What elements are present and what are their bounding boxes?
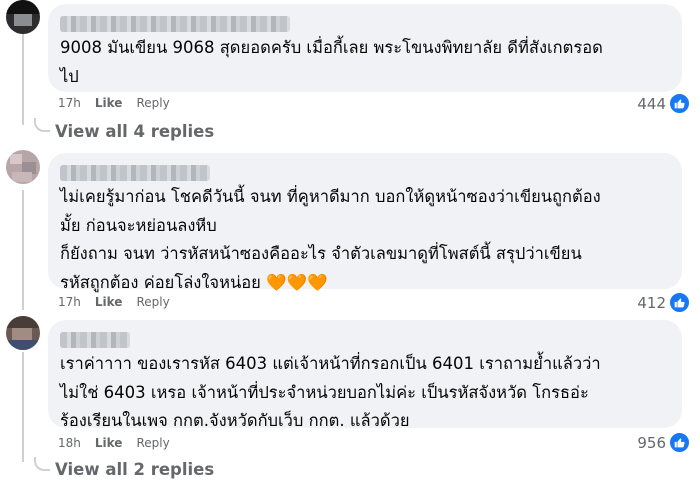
comment-text: เราค่าาาา ของเรารหัส 6403 แต่เจ้าหน้าที่… xyxy=(60,354,601,430)
comment-text: 9008 มันเขียน 9068 สุดยอดครับ เมื่อกี้เล… xyxy=(60,38,603,86)
comment-bubble: 9008 มันเขียน 9068 สุดยอดครับ เมื่อกี้เล… xyxy=(48,4,682,92)
thread-line xyxy=(22,352,24,462)
thread-line xyxy=(22,190,24,310)
view-replies-link[interactable]: View all 4 replies xyxy=(55,122,214,141)
like-button[interactable]: Like xyxy=(95,436,123,450)
commenter-name-blurred[interactable] xyxy=(60,332,130,348)
comment-actions: 17h Like Reply xyxy=(58,295,170,309)
comment-actions: 18h Like Reply xyxy=(58,436,170,450)
reaction-number: 956 xyxy=(637,433,666,452)
comment-time[interactable]: 18h xyxy=(58,436,81,450)
commenter-name-blurred[interactable] xyxy=(60,165,210,181)
reply-button[interactable]: Reply xyxy=(136,295,169,309)
thumbs-up-icon xyxy=(669,432,690,453)
reaction-number: 412 xyxy=(637,293,666,312)
thread-elbow xyxy=(34,118,50,132)
comment-text: ไม่เคยรู้มาก่อน โชคดีวันนี้ จนท ที่คูหาด… xyxy=(60,187,601,292)
reply-button[interactable]: Reply xyxy=(136,96,169,110)
avatar[interactable] xyxy=(6,316,40,350)
reaction-number: 444 xyxy=(637,94,666,113)
avatar[interactable] xyxy=(6,150,40,184)
reaction-count[interactable]: 412 xyxy=(637,292,690,313)
reaction-count[interactable]: 956 xyxy=(637,432,690,453)
comment-time[interactable]: 17h xyxy=(58,96,81,110)
comment-bubble: เราค่าาาา ของเรารหัส 6403 แต่เจ้าหน้าที่… xyxy=(48,320,682,430)
commenter-name-blurred[interactable] xyxy=(60,16,290,32)
view-replies-link[interactable]: View all 2 replies xyxy=(55,460,214,479)
comment-bubble: ไม่เคยรู้มาก่อน โชคดีวันนี้ จนท ที่คูหาด… xyxy=(48,153,682,292)
reply-button[interactable]: Reply xyxy=(136,436,169,450)
avatar[interactable] xyxy=(6,0,40,34)
thumbs-up-icon xyxy=(669,292,690,313)
thread-elbow xyxy=(34,457,50,471)
reaction-count[interactable]: 444 xyxy=(637,93,690,114)
thumbs-up-icon xyxy=(669,93,690,114)
comment-time[interactable]: 17h xyxy=(58,295,81,309)
comment-actions: 17h Like Reply xyxy=(58,96,170,110)
like-button[interactable]: Like xyxy=(95,96,123,110)
like-button[interactable]: Like xyxy=(95,295,123,309)
